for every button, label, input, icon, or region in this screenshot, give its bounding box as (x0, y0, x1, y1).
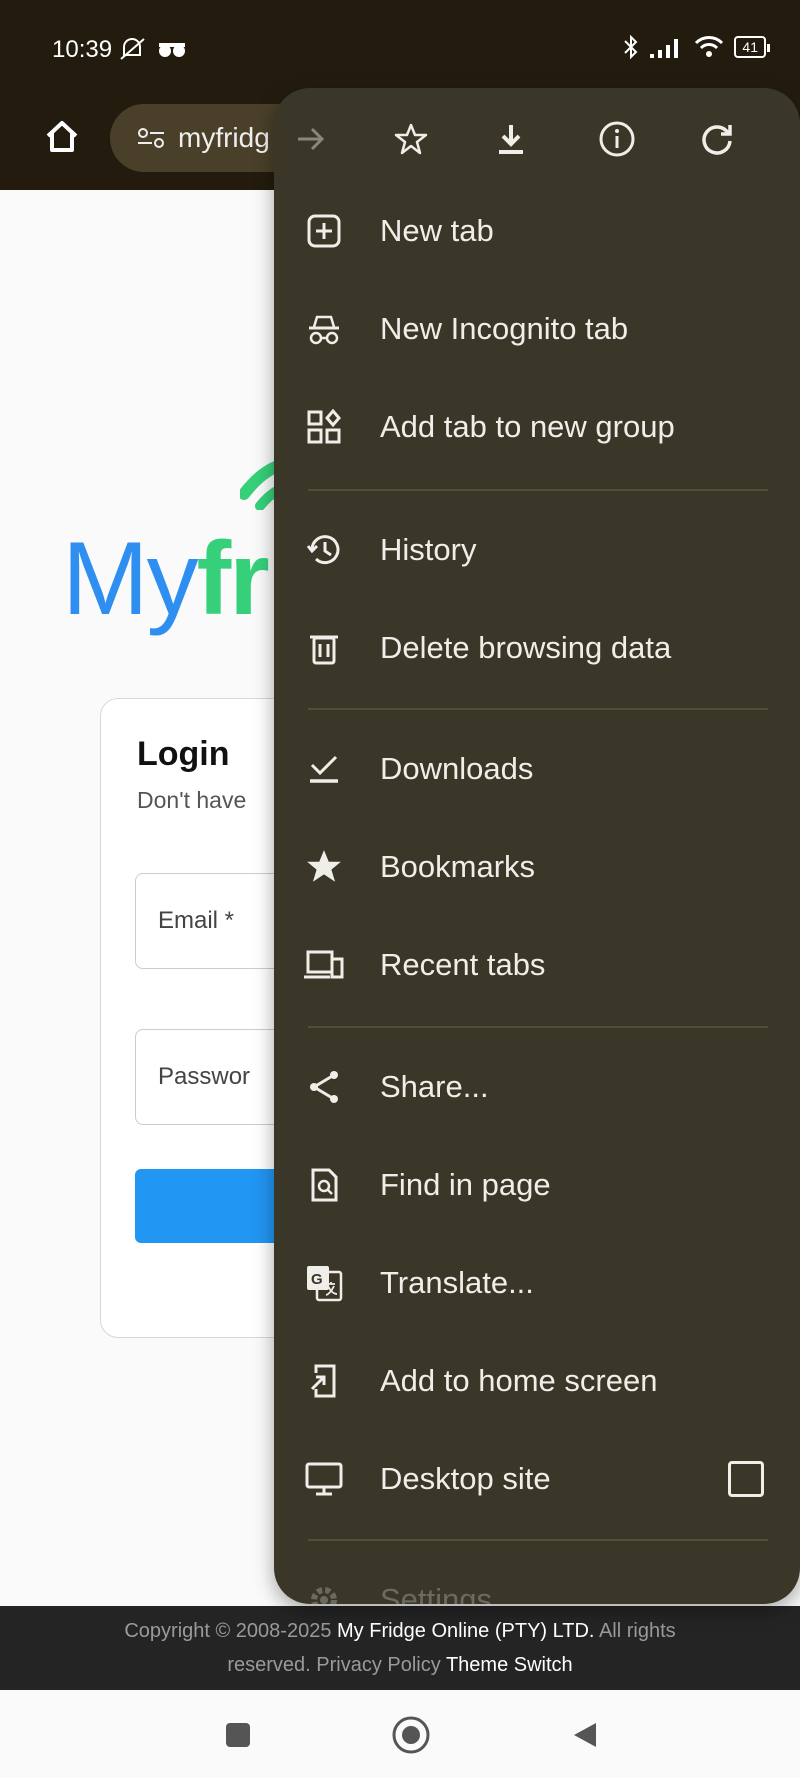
site-settings-icon (138, 128, 164, 148)
menu-item-label: New Incognito tab (380, 311, 629, 346)
recents-icon (226, 1723, 250, 1747)
url-text: myfridg (178, 122, 270, 153)
menu-item-label: Add tab to new group (380, 409, 675, 444)
wifi-icon (695, 36, 724, 57)
site-logo: Myfr (62, 520, 270, 639)
new-tab-icon (304, 211, 344, 251)
menu-item-bookmarks[interactable]: Bookmarks (274, 818, 800, 916)
menu-item-settings[interactable]: Settings (274, 1551, 800, 1604)
menu-item-label: Settings (380, 1582, 493, 1604)
svg-text:G: G (311, 1271, 323, 1288)
menu-item-new-incognito-tab[interactable]: New Incognito tab (274, 280, 800, 378)
signup-prompt: Don't have (137, 787, 247, 813)
info-icon (599, 121, 635, 157)
menu-item-label: Add to home screen (380, 1363, 658, 1398)
browser-overflow-menu: New tab New Incognito tab Add tab to new… (274, 88, 800, 1604)
menu-item-translate[interactable]: G Translate... (274, 1234, 800, 1332)
forward-icon (298, 127, 325, 151)
menu-item-label: Translate... (380, 1265, 534, 1300)
privacy-policy-link[interactable]: Privacy Policy (316, 1654, 440, 1676)
menu-item-label: Desktop site (380, 1461, 551, 1496)
add-to-home-icon (304, 1361, 344, 1401)
home-nav-button[interactable] (386, 1710, 436, 1760)
bookmark-button[interactable] (384, 112, 438, 166)
menu-item-add-to-home-screen[interactable]: Add to home screen (274, 1332, 800, 1430)
bookmark-star-icon (394, 123, 428, 155)
rights-text-2: reserved. (227, 1654, 311, 1676)
menu-item-find-in-page[interactable]: Find in page (274, 1136, 800, 1234)
menu-item-label: Downloads (380, 751, 534, 786)
translate-icon: G (304, 1263, 344, 1303)
find-in-page-icon (304, 1165, 344, 1205)
recent-tabs-icon (304, 945, 344, 985)
login-title: Login (137, 735, 230, 773)
logo-my: My (62, 521, 199, 637)
share-icon (304, 1067, 344, 1107)
signal-icon (650, 39, 679, 58)
menu-item-recent-tabs[interactable]: Recent tabs (274, 916, 800, 1014)
status-bar: 10:39 41 (0, 0, 800, 88)
status-time: 10:39 (52, 36, 113, 63)
menu-item-label: Recent tabs (380, 947, 546, 982)
menu-item-label: New tab (380, 213, 494, 248)
desktop-site-checkbox[interactable] (728, 1461, 764, 1497)
system-nav-bar (0, 1690, 800, 1778)
desktop-icon (304, 1459, 344, 1499)
company-name: My Fridge Online (PTY) LTD. (337, 1620, 595, 1642)
refresh-button[interactable] (690, 112, 744, 166)
mute-icon (120, 37, 145, 60)
menu-action-row (274, 88, 800, 192)
menu-item-add-tab-to-group[interactable]: Add tab to new group (274, 378, 800, 476)
menu-item-downloads[interactable]: Downloads (274, 720, 800, 818)
bookmarks-star-icon (304, 847, 344, 887)
home-icon (46, 121, 78, 152)
incognito-status-icon (158, 42, 185, 57)
menu-item-history[interactable]: History (274, 501, 800, 599)
bluetooth-icon (624, 34, 638, 60)
settings-gear-icon (304, 1580, 344, 1604)
menu-item-share[interactable]: Share... (274, 1038, 800, 1136)
notification-icons (118, 34, 187, 62)
trash-icon (304, 628, 344, 668)
history-icon (304, 530, 344, 570)
status-right: 41 (622, 34, 770, 60)
back-triangle-icon (574, 1723, 596, 1747)
menu-item-label: Find in page (380, 1167, 551, 1202)
menu-divider (308, 1539, 768, 1541)
download-button[interactable] (484, 112, 538, 166)
menu-item-label: Bookmarks (380, 849, 536, 884)
downloads-icon (304, 749, 344, 789)
theme-switch-link[interactable]: Theme Switch (446, 1654, 573, 1676)
menu-item-desktop-site[interactable]: Desktop site (274, 1430, 800, 1528)
rights-text: All rights (598, 1620, 676, 1642)
menu-item-delete-browsing-data[interactable]: Delete browsing data (274, 599, 800, 697)
copyright-text: Copyright © 2008-2025 (124, 1620, 332, 1642)
refresh-icon (702, 125, 732, 155)
home-circle-icon (392, 1716, 430, 1754)
menu-divider (308, 708, 768, 710)
back-button[interactable] (560, 1710, 610, 1760)
forward-button[interactable] (284, 112, 338, 166)
tab-group-icon (304, 407, 344, 447)
menu-item-label: Share... (380, 1069, 489, 1104)
menu-item-label: History (380, 532, 477, 567)
menu-divider (308, 1026, 768, 1028)
logo-fr: fr (196, 521, 270, 637)
home-button[interactable] (34, 108, 90, 164)
download-icon (499, 125, 523, 154)
incognito-icon (304, 309, 344, 349)
menu-divider (308, 489, 768, 491)
recents-button[interactable] (213, 1710, 263, 1760)
footer: Copyright © 2008-2025 My Fridge Online (… (0, 1606, 800, 1690)
menu-item-label: Delete browsing data (380, 630, 672, 665)
menu-item-new-tab[interactable]: New tab (274, 182, 800, 280)
page-info-button[interactable] (590, 112, 644, 166)
battery-icon: 41 (734, 36, 770, 58)
